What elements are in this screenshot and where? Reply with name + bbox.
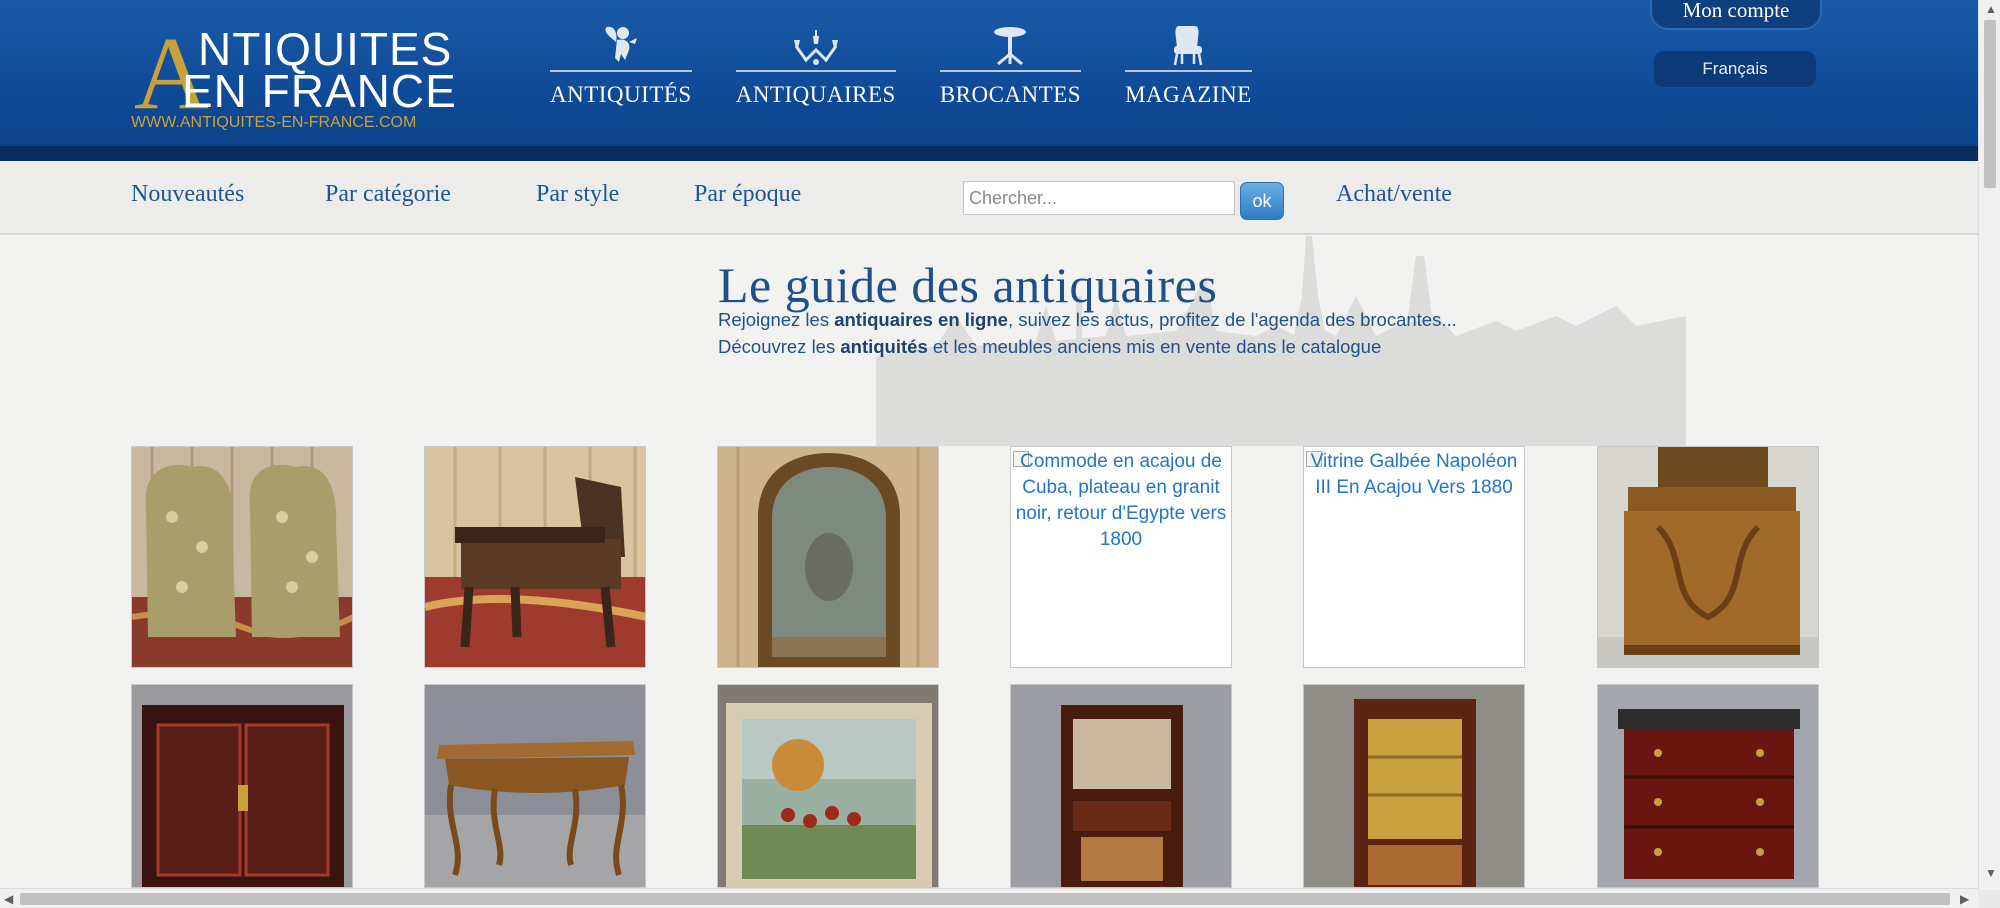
product-thumbnail-arched-mirror[interactable]	[717, 446, 939, 668]
header-bottom-band	[0, 146, 1978, 161]
logo-url: WWW.ANTIQUITES-EN-FRANCE.COM	[131, 114, 417, 131]
nav-antiquites-label: ANTIQUITÉS	[550, 82, 692, 107]
nav-separator	[550, 70, 692, 72]
logo-line-2: EN FRANCE	[182, 65, 457, 117]
product-thumbnail-slipper-chairs[interactable]	[131, 446, 353, 668]
search-button[interactable]: ok	[1240, 182, 1284, 220]
nav-antiquaires[interactable]: ANTIQUAIRES	[735, 22, 896, 108]
hero-tagline-1: Rejoignez les antiquaires en ligne, suiv…	[718, 309, 1457, 331]
nav-magazine[interactable]: MAGAZINE	[1125, 22, 1252, 108]
hero-line2-bold[interactable]: antiquités	[840, 336, 927, 357]
scroll-right-icon[interactable]: ▶	[1960, 892, 1969, 906]
product-thumbnail-hunting-painting[interactable]	[717, 684, 939, 888]
hero-line1-end: , suivez les actus, profitez de l'agenda…	[1007, 309, 1457, 330]
link-achat-vente[interactable]: Achat/vente	[1336, 181, 1452, 208]
nav-separator	[735, 70, 896, 72]
hero-line2-start: Découvrez les	[718, 336, 841, 357]
nav-antiquaires-label: ANTIQUAIRES	[735, 82, 896, 107]
product-thumbnail-art-nouveau-cabinet[interactable]	[1597, 446, 1819, 668]
link-par-epoque[interactable]: Par époque	[694, 181, 801, 208]
image-alt-text[interactable]: Commode en acajou de Cuba, plateau en gr…	[1011, 447, 1231, 553]
horizontal-scroll-thumb[interactable]	[20, 893, 1950, 905]
product-thumbnail-chest-of-drawers[interactable]	[1597, 684, 1819, 888]
cherub-icon	[601, 22, 641, 66]
site-header: A NTIQUITES EN FRANCE WWW.ANTIQUITES-EN-…	[0, 0, 1978, 146]
nav-brocantes[interactable]: BROCANTES	[939, 22, 1082, 108]
scroll-left-icon[interactable]: ◀	[4, 892, 13, 906]
secondary-nav: Nouveautés Par catégorie Par style Par é…	[0, 161, 1978, 235]
vertical-scroll-thumb[interactable]	[1984, 20, 1996, 188]
hero-line1-start: Rejoignez les	[718, 309, 835, 330]
hero-line2-end: et les meubles anciens mis en vente dans…	[927, 336, 1382, 357]
scroll-up-icon[interactable]: ▲	[1985, 2, 1997, 16]
pedestal-table-icon	[990, 22, 1030, 66]
account-button[interactable]: Mon compte	[1650, 0, 1822, 30]
product-thumbnail-bar-cabinet[interactable]	[1010, 684, 1232, 888]
nav-antiquites[interactable]: ANTIQUITÉS	[550, 22, 692, 108]
product-thumbnail-vitrine-galbee[interactable]: Vitrine Galbée Napoléon III En Acajou Ve…	[1303, 446, 1525, 668]
language-selector[interactable]: Français	[1654, 51, 1816, 87]
product-thumbnail-commode-acajou[interactable]: Commode en acajou de Cuba, plateau en gr…	[1010, 446, 1232, 668]
link-nouveautes[interactable]: Nouveautés	[131, 181, 244, 208]
link-par-style[interactable]: Par style	[536, 181, 619, 208]
scroll-down-icon[interactable]: ▼	[1985, 866, 1997, 880]
scrollbar-corner	[1978, 890, 2000, 908]
page-title: Le guide des antiquaires	[718, 257, 1218, 313]
product-thumbnail-display-cabinet[interactable]	[1303, 684, 1525, 888]
product-thumbnail-chinese-cabinet[interactable]	[131, 684, 353, 888]
nav-separator	[1125, 70, 1252, 72]
nav-brocantes-label: BROCANTES	[939, 82, 1082, 107]
product-thumbnail-louis-xv-table[interactable]	[424, 684, 646, 888]
vertical-scrollbar[interactable]: ▲ ▼	[1978, 0, 2000, 890]
hero-line1-bold[interactable]: antiquaires en ligne	[834, 309, 1008, 330]
nav-separator	[939, 70, 1082, 72]
site-logo[interactable]: A NTIQUITES EN FRANCE WWW.ANTIQUITES-EN-…	[130, 22, 456, 132]
horizontal-scrollbar[interactable]: ◀ ▶	[0, 888, 1978, 908]
image-alt-text[interactable]: Vitrine Galbée Napoléon III En Acajou Ve…	[1304, 447, 1524, 501]
link-par-categorie[interactable]: Par catégorie	[325, 181, 451, 208]
nav-magazine-label: MAGAZINE	[1125, 82, 1252, 107]
chandelier-icon	[792, 22, 840, 66]
main-nav: ANTIQUITÉS ANTIQUAIRES BROCANTES MAGAZIN…	[550, 22, 1252, 108]
hero-tagline-2: Découvrez les antiquités et les meubles …	[718, 336, 1381, 358]
product-thumbnail-leather-armchair[interactable]	[424, 446, 646, 668]
search-input[interactable]	[963, 181, 1235, 215]
armchair-icon	[1171, 22, 1205, 66]
